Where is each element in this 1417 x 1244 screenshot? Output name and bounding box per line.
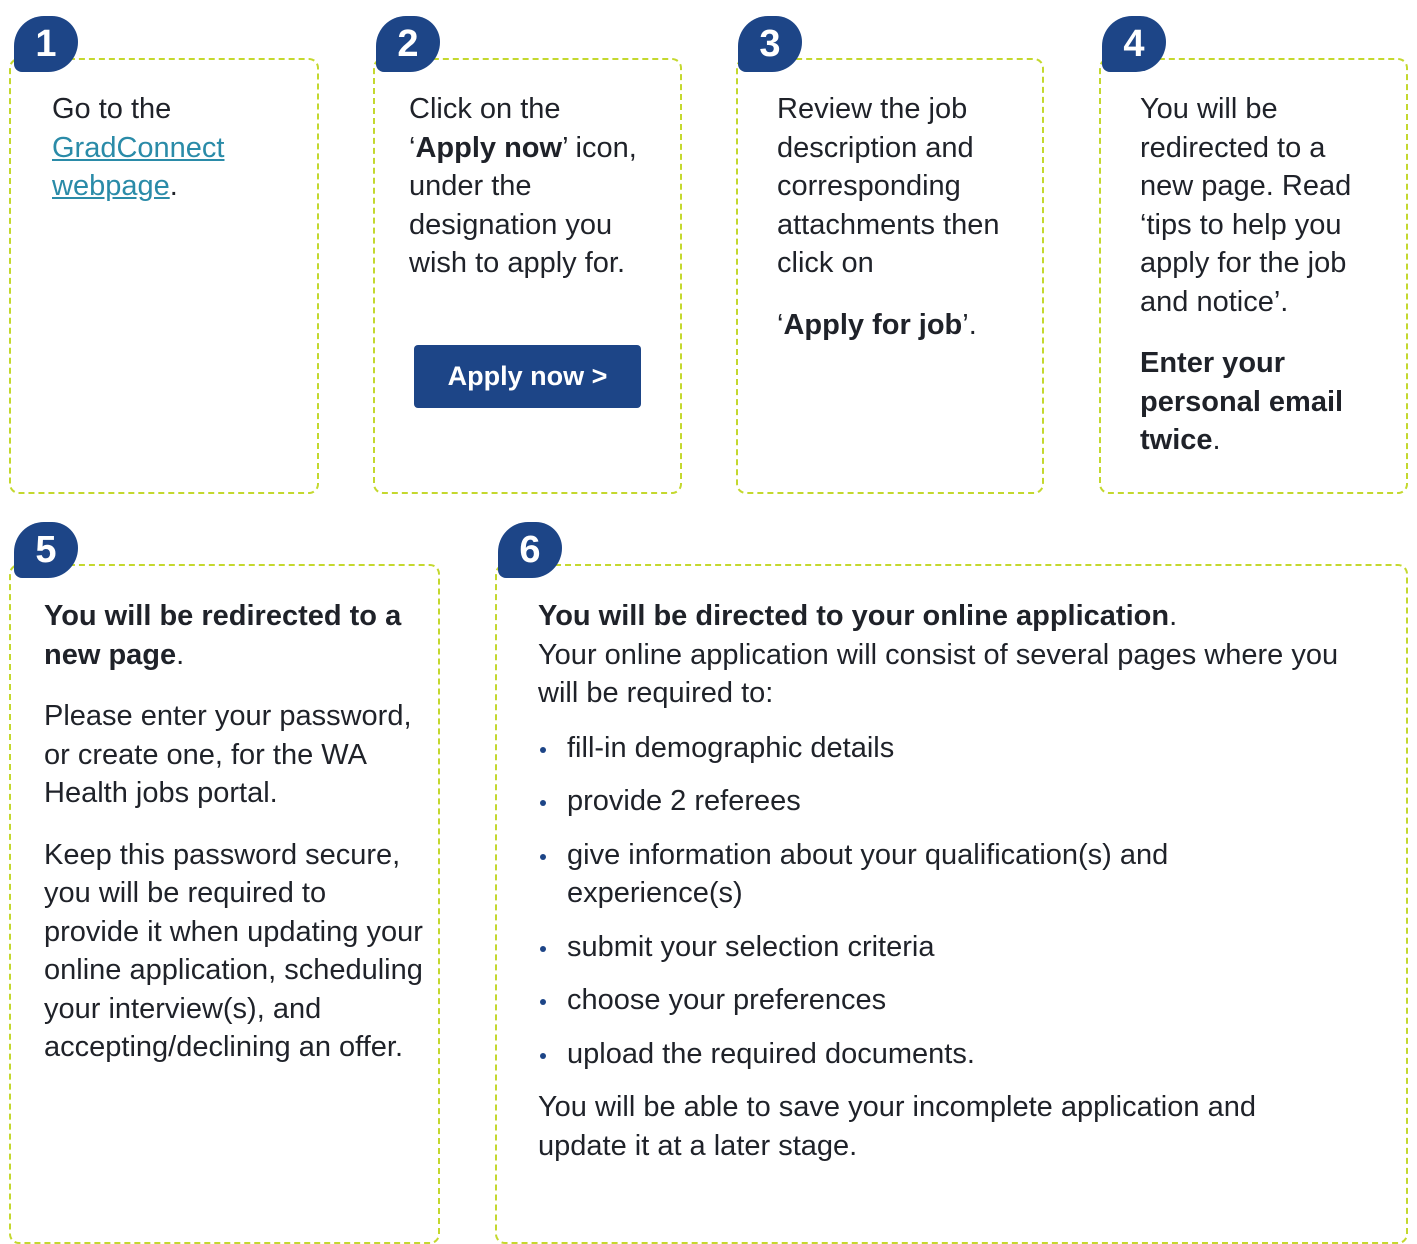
step-6-bullet-list: fill-in demographic details provide 2 re… bbox=[538, 729, 1378, 1074]
step-1-text-before: Go to the bbox=[52, 93, 172, 125]
step-5-number-badge: 5 bbox=[14, 522, 78, 578]
apply-now-button[interactable]: Apply now > bbox=[414, 345, 641, 408]
list-item: upload the required documents. bbox=[538, 1035, 1378, 1074]
step-6-text: You will be directed to your online appl… bbox=[538, 597, 1378, 1165]
step-6-heading-bold: You will be directed to your online appl… bbox=[538, 600, 1170, 632]
list-item: provide 2 referees bbox=[538, 782, 1378, 821]
step-2-apply-now-bold: Apply now bbox=[415, 131, 563, 164]
step-5-para1: Please enter your password, or create on… bbox=[44, 700, 412, 809]
gradconnect-link[interactable]: GradConnect webpage bbox=[52, 132, 225, 203]
list-item: submit your selection criteria bbox=[538, 928, 1378, 967]
step-3-quote-close: ’. bbox=[962, 308, 977, 341]
list-item: choose your preferences bbox=[538, 981, 1378, 1020]
step-4-instructions: You will be redirected to a new page. Re… bbox=[1140, 93, 1352, 318]
step-2-line1: Click on the bbox=[409, 93, 561, 125]
step-4-after: . bbox=[1212, 424, 1221, 456]
list-item: fill-in demographic details bbox=[538, 729, 1378, 768]
step-3-instructions: Review the job description and correspon… bbox=[777, 93, 1000, 279]
step-6-intro: Your online application will consist of … bbox=[538, 638, 1339, 710]
step-2-number-badge: 2 bbox=[376, 16, 440, 72]
step-5-heading-after: . bbox=[176, 638, 185, 671]
step-6-heading-after: . bbox=[1169, 600, 1178, 632]
step-2-quote-close: ’ bbox=[562, 131, 568, 164]
step-1-text-after: . bbox=[169, 170, 178, 202]
step-5-para2: Keep this password secure, you will be r… bbox=[44, 838, 423, 1064]
step-5-text: You will be redirected to a new page. Pl… bbox=[44, 597, 429, 1067]
step-1-number-badge: 1 bbox=[14, 16, 78, 72]
step-4-text: You will be redirected to a new page. Re… bbox=[1140, 90, 1380, 460]
step-6-closing: You will be able to save your incomplete… bbox=[538, 1091, 1256, 1162]
step-3-text: Review the job description and correspon… bbox=[777, 90, 1012, 344]
step-3-apply-for-job-bold: Apply for job bbox=[783, 308, 963, 341]
step-3-number-badge: 3 bbox=[738, 16, 802, 72]
step-1-text: Go to the GradConnect webpage. bbox=[52, 90, 282, 206]
step-6-number-badge: 6 bbox=[498, 522, 562, 578]
list-item: give information about your qualificatio… bbox=[538, 836, 1187, 913]
step-4-enter-email-bold: Enter your personal email twice bbox=[1140, 347, 1344, 456]
step-5-heading-bold: You will be redirected to a new page bbox=[44, 600, 402, 671]
step-4-number-badge: 4 bbox=[1102, 16, 1166, 72]
step-2-text: Click on the ‘Apply now’ icon, under the … bbox=[409, 90, 654, 283]
